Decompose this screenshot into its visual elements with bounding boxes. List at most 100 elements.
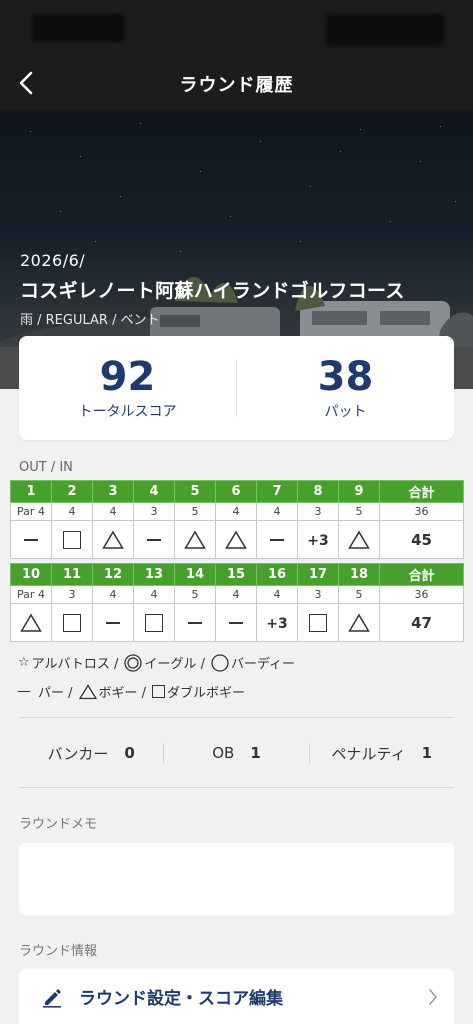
- hole-score[interactable]: [174, 603, 216, 642]
- hole-number: 6: [215, 480, 257, 503]
- putts-label: パット: [324, 404, 367, 420]
- square-icon: [63, 530, 81, 549]
- star: [95, 241, 96, 242]
- scorecard-in: 10 11 12 13 14 15 16 17 18 合計 Par 4 3 4 4 5 4 4 3 5 36 +3 4…: [10, 563, 464, 642]
- par-total: 36: [379, 502, 464, 521]
- square-icon: [145, 613, 163, 632]
- star: [140, 123, 141, 124]
- legend-double-bogey: ダブルボギー: [152, 682, 245, 701]
- round-settings-button[interactable]: ラウンド設定・スコア編集: [19, 969, 454, 1024]
- score-mark-row: +3 45: [10, 520, 464, 559]
- total-header: 合計: [379, 563, 464, 586]
- round-info: 2026/6/ コスギレノート阿蘇ハイランドゴルフコース 雨 / REGULAR…: [20, 251, 405, 328]
- hole-number-row: 10 11 12 13 14 15 16 17 18 合計: [10, 563, 464, 586]
- legend-par: パー /: [18, 682, 73, 701]
- dash-icon: [229, 622, 243, 624]
- hole-par: 3: [297, 585, 339, 604]
- hole-score[interactable]: [51, 520, 93, 559]
- hole-par: 4: [256, 502, 298, 521]
- putts-value: 38: [317, 354, 374, 400]
- hole-score[interactable]: [338, 603, 380, 642]
- total-score-value: 92: [99, 354, 156, 400]
- summary-card: 92 トータルスコア 38 パット: [19, 336, 454, 440]
- stats-row: バンカー 0 OB 1 ペナルティ 1: [19, 740, 454, 766]
- dash-icon: [24, 539, 38, 541]
- star: [180, 251, 181, 252]
- star: [360, 129, 361, 130]
- hole-number: 12: [92, 563, 134, 586]
- double-circle-icon: [124, 653, 143, 672]
- hole-score[interactable]: [174, 520, 216, 559]
- page-title: ラウンド履歴: [179, 75, 294, 96]
- hole-par: 4: [92, 502, 134, 521]
- round-date: 2026/6/: [20, 251, 86, 270]
- ob-label: OB: [212, 744, 235, 762]
- hole-number-row: 1 2 3 4 5 6 7 8 9 合計: [10, 480, 464, 503]
- score-text: +3: [307, 532, 329, 549]
- star: [420, 161, 421, 162]
- hole-score[interactable]: [10, 520, 52, 559]
- triangle-icon: [348, 530, 370, 549]
- legend-birdie: バーディー: [211, 653, 295, 672]
- memo-section-label: ラウンドメモ: [19, 817, 98, 832]
- ob-value: 1: [250, 744, 261, 762]
- divider: [19, 717, 454, 718]
- status-bar: [0, 0, 473, 55]
- total-header: 合計: [379, 480, 464, 503]
- hole-number: 17: [297, 563, 339, 586]
- hole-par: 4: [51, 502, 93, 521]
- redacted-area: [326, 14, 444, 46]
- hole-score[interactable]: +3: [297, 520, 339, 559]
- legend-label: イーグル /: [144, 657, 205, 672]
- star: [60, 211, 61, 212]
- hole-score[interactable]: [215, 520, 257, 559]
- hole-score[interactable]: [297, 603, 339, 642]
- star: [30, 131, 31, 132]
- pencil-icon: [43, 988, 61, 1008]
- dash-icon: [147, 539, 161, 541]
- hole-score[interactable]: [92, 603, 134, 642]
- hole-number: 18: [338, 563, 380, 586]
- hole-number: 15: [215, 563, 257, 586]
- hole-score[interactable]: [51, 603, 93, 642]
- circle-icon: [211, 653, 229, 672]
- hole-score[interactable]: [10, 603, 52, 642]
- par-row: Par 4 3 4 4 5 4 4 3 5 36: [10, 585, 464, 604]
- bunker-label: バンカー: [47, 744, 109, 763]
- legend-label: バーディー: [230, 657, 296, 672]
- star: [310, 186, 311, 187]
- putts-block: 38 パット: [237, 355, 454, 421]
- triangle-icon: [102, 530, 124, 549]
- bunker-stat: バンカー 0: [19, 743, 163, 764]
- hole-par: 5: [174, 585, 216, 604]
- triangle-icon: [348, 613, 370, 632]
- hole-score[interactable]: +3: [256, 603, 298, 642]
- round-memo-field[interactable]: [19, 843, 454, 915]
- hole-score[interactable]: [215, 603, 257, 642]
- round-conditions: 雨 / REGULAR / ベント: [20, 313, 160, 328]
- hole-number: 16: [256, 563, 298, 586]
- penalty-stat: ペナルティ 1: [310, 743, 454, 764]
- score-total: 45: [379, 520, 464, 559]
- hole-number: 10: [10, 563, 52, 586]
- hole-par: 4: [133, 585, 175, 604]
- divider: [19, 787, 454, 788]
- star: [120, 196, 121, 197]
- hole-number: 7: [256, 480, 298, 503]
- hole-number: 4: [133, 480, 175, 503]
- hole-par: 5: [338, 502, 380, 521]
- course-name: コスギレノート阿蘇ハイランドゴルフコース: [20, 280, 405, 302]
- hole-score[interactable]: [133, 520, 175, 559]
- hole-score[interactable]: [92, 520, 134, 559]
- star: [200, 171, 201, 172]
- hole-par: Par 4: [10, 585, 52, 604]
- hole-score[interactable]: [256, 520, 298, 559]
- total-score-block: 92 トータルスコア: [19, 355, 236, 421]
- triangle-icon: [225, 530, 247, 549]
- hole-score[interactable]: [338, 520, 380, 559]
- star: [80, 156, 81, 157]
- hole-score[interactable]: [133, 603, 175, 642]
- legend-albatross: ☆ アルバトロス /: [18, 653, 118, 672]
- star-icon: ☆: [18, 655, 30, 670]
- hole-number: 11: [51, 563, 93, 586]
